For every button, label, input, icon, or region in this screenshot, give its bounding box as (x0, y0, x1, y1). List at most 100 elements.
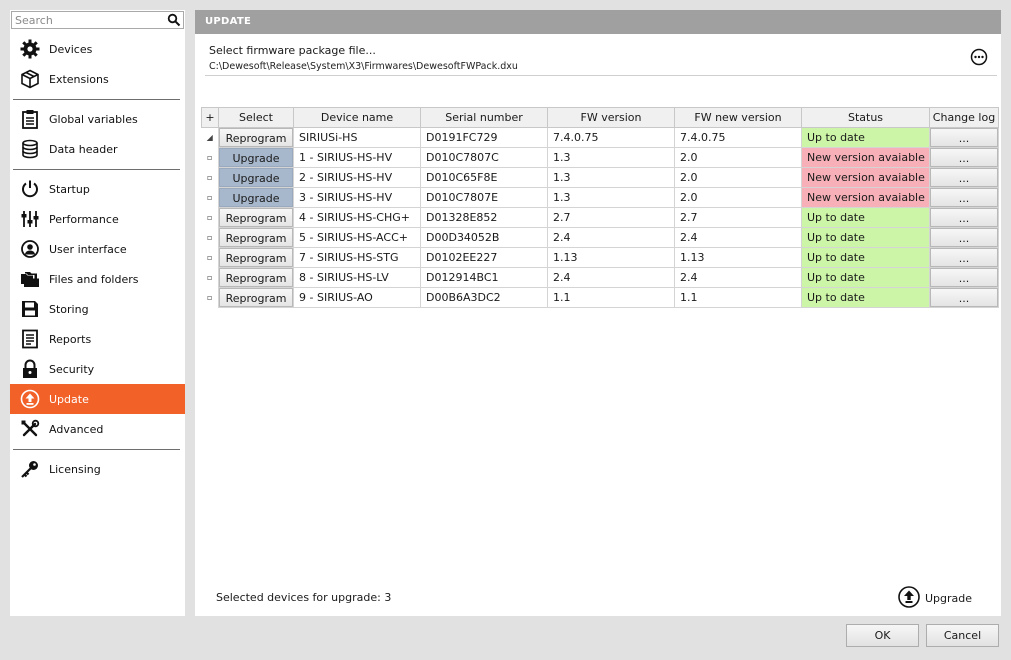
reprogram-button[interactable]: Reprogram (219, 228, 293, 247)
device-name-cell: 7 - SIRIUS-HS-STG (293, 247, 421, 268)
fw-new-version-cell: 1.1 (674, 287, 802, 308)
row-expander[interactable]: ▫ (202, 248, 219, 268)
fw-version-cell: 2.7 (547, 207, 675, 228)
status-cell: New version avaiable (801, 167, 930, 188)
sidebar-item-label: Security (49, 362, 95, 376)
browse-more-icon[interactable] (970, 48, 988, 66)
tools-icon (19, 418, 41, 440)
serial-number-cell: D00D34052B (420, 227, 548, 248)
table-header-row: + Select Device name Serial number FW ve… (201, 107, 999, 128)
search-input[interactable] (12, 12, 162, 28)
change-log-button[interactable]: ... (930, 188, 998, 207)
sidebar-item-label: Reports (49, 332, 92, 346)
upload-icon (19, 388, 41, 410)
serial-number-cell: D01328E852 (420, 207, 548, 228)
search-icon[interactable] (167, 13, 181, 27)
search-box (11, 11, 184, 29)
key-icon (19, 458, 41, 480)
sidebar-item-storing[interactable]: Storing (10, 294, 185, 324)
sidebar-item-advanced[interactable]: Advanced (10, 414, 185, 444)
sidebar-item-label: User interface (49, 242, 127, 256)
fw-version-cell: 1.3 (547, 167, 675, 188)
page-title: UPDATE (195, 10, 1001, 34)
column-header-select[interactable]: Select (218, 107, 294, 128)
user-icon (19, 238, 41, 260)
reprogram-button[interactable]: Reprogram (219, 288, 293, 307)
device-name-cell: SIRIUSi-HS (293, 127, 421, 148)
serial-number-cell: D010C7807C (420, 147, 548, 168)
reprogram-button[interactable]: Reprogram (219, 208, 293, 227)
database-icon (19, 138, 41, 160)
sidebar-item-extensions[interactable]: Extensions (10, 64, 185, 94)
table-row: ▫ Reprogram 5 - SIRIUS-HS-ACC+ D00D34052… (202, 227, 999, 248)
upgrade-row-button[interactable]: Upgrade (219, 168, 293, 187)
change-log-button[interactable]: ... (930, 248, 998, 267)
upgrade-button[interactable]: Upgrade (898, 585, 972, 609)
sidebar-item-devices[interactable]: Devices (10, 34, 185, 64)
sidebar-item-files-and-folders[interactable]: Files and folders (10, 264, 185, 294)
sidebar-item-update[interactable]: Update (10, 384, 185, 414)
sidebar-item-reports[interactable]: Reports (10, 324, 185, 354)
sidebar-item-label: Devices (49, 42, 93, 56)
status-cell: Up to date (801, 287, 930, 308)
expand-all-header[interactable]: + (201, 107, 219, 128)
change-log-button[interactable]: ... (930, 168, 998, 187)
change-log-button[interactable]: ... (930, 228, 998, 247)
reprogram-button[interactable]: Reprogram (219, 268, 293, 287)
change-log-button[interactable]: ... (930, 208, 998, 227)
row-expander[interactable]: ▫ (202, 208, 219, 228)
device-name-cell: 8 - SIRIUS-HS-LV (293, 267, 421, 288)
sidebar-item-user-interface[interactable]: User interface (10, 234, 185, 264)
column-header-change-log[interactable]: Change log (929, 107, 999, 128)
selected-devices-count: Selected devices for upgrade: 3 (216, 591, 392, 604)
row-expander[interactable]: ▫ (202, 228, 219, 248)
table-row: ▫ Reprogram 4 - SIRIUS-HS-CHG+ D01328E85… (202, 207, 999, 228)
reprogram-button[interactable]: Reprogram (219, 128, 293, 147)
lock-icon (19, 358, 41, 380)
reprogram-button[interactable]: Reprogram (219, 248, 293, 267)
column-header-fw-new-version[interactable]: FW new version (674, 107, 802, 128)
sidebar-item-performance[interactable]: Performance (10, 204, 185, 234)
column-header-serial-number[interactable]: Serial number (420, 107, 548, 128)
firmware-package-path: C:\Dewesoft\Release\System\X3\Firmwares\… (209, 61, 518, 72)
change-log-button[interactable]: ... (930, 148, 998, 167)
row-expander[interactable]: ▫ (202, 268, 219, 288)
report-icon (19, 328, 41, 350)
row-expander[interactable]: ◢ (202, 128, 219, 148)
fw-new-version-cell: 2.4 (674, 267, 802, 288)
sidebar-item-label: Files and folders (49, 272, 139, 286)
sidebar-item-licensing[interactable]: Licensing (10, 454, 185, 484)
fw-version-cell: 2.4 (547, 267, 675, 288)
upgrade-row-button[interactable]: Upgrade (219, 188, 293, 207)
fw-new-version-cell: 2.0 (674, 167, 802, 188)
table-row: ▫ Upgrade 2 - SIRIUS-HS-HV D010C65F8E 1.… (202, 167, 999, 188)
firmware-table: + Select Device name Serial number FW ve… (201, 107, 999, 308)
power-icon (19, 178, 41, 200)
row-expander[interactable]: ▫ (202, 148, 219, 168)
column-header-status[interactable]: Status (801, 107, 930, 128)
change-log-button[interactable]: ... (930, 288, 998, 307)
row-expander[interactable]: ▫ (202, 288, 219, 308)
sidebar-item-global-variables[interactable]: Global variables (10, 104, 185, 134)
change-log-button[interactable]: ... (930, 268, 998, 287)
serial-number-cell: D010C7807E (420, 187, 548, 208)
status-cell: New version avaiable (801, 187, 930, 208)
row-expander[interactable]: ▫ (202, 168, 219, 188)
firmware-package-label[interactable]: Select firmware package file... (209, 44, 376, 57)
sidebar-item-security[interactable]: Security (10, 354, 185, 384)
clipboard-icon (19, 108, 41, 130)
cancel-button[interactable]: Cancel (926, 624, 999, 647)
sidebar-item-startup[interactable]: Startup (10, 174, 185, 204)
change-log-button[interactable]: ... (930, 128, 998, 147)
row-expander[interactable]: ▫ (202, 188, 219, 208)
device-name-cell: 2 - SIRIUS-HS-HV (293, 167, 421, 188)
column-header-device-name[interactable]: Device name (293, 107, 421, 128)
column-header-fw-version[interactable]: FW version (547, 107, 675, 128)
status-cell: Up to date (801, 247, 930, 268)
sidebar-item-data-header[interactable]: Data header (10, 134, 185, 164)
device-name-cell: 5 - SIRIUS-HS-ACC+ (293, 227, 421, 248)
upgrade-row-button[interactable]: Upgrade (219, 148, 293, 167)
ok-button[interactable]: OK (846, 624, 919, 647)
cube-icon (19, 68, 41, 90)
serial-number-cell: D00B6A3DC2 (420, 287, 548, 308)
